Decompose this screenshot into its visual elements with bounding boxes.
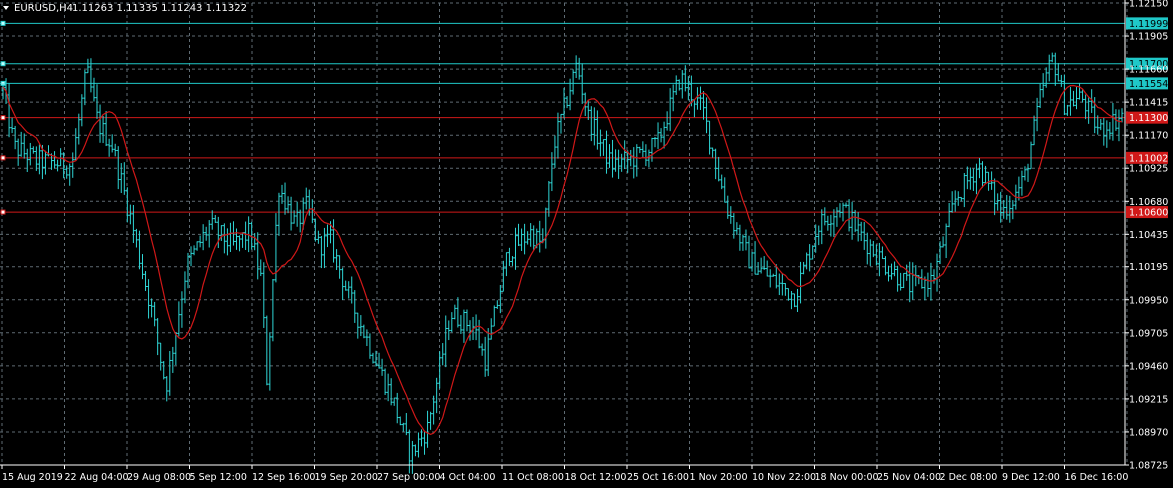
level-price-text: 1.10600: [1129, 208, 1168, 219]
price-tick-label: 1.09950: [1129, 295, 1168, 306]
price-tick-label: 1.10195: [1129, 262, 1168, 273]
price-tick-label: 1.11415: [1129, 98, 1168, 109]
price-chart[interactable]: 1.119991.117001.115541.113001.110021.106…: [0, 0, 1173, 488]
price-tick-label: 1.09215: [1129, 394, 1168, 405]
time-tick-label: 10 Nov 22:00: [752, 472, 816, 483]
level-price-text: 1.11300: [1129, 113, 1168, 124]
time-tick-label: 16 Dec 16:00: [1065, 472, 1129, 483]
level-line-handle: [0, 209, 6, 215]
time-tick-label: 9 Dec 12:00: [1002, 472, 1060, 483]
level-price-text: 1.11554: [1129, 79, 1168, 90]
time-tick-label: 15 Aug 2019: [2, 472, 63, 483]
price-tick-label: 1.08725: [1129, 461, 1168, 472]
time-tick-label: 11 Oct 08:00: [502, 472, 564, 483]
level-line-handle: [0, 115, 6, 121]
level-line-handle: [0, 61, 6, 67]
time-tick-label: 12 Sep 16:00: [252, 472, 315, 483]
time-tick-label: 22 Aug 04:00: [65, 472, 129, 483]
price-tick-label: 1.08970: [1129, 427, 1168, 438]
time-tick-label: 18 Oct 12:00: [565, 472, 627, 483]
ohlc-values: 1.11263 1.11335 1.11243 1.11322: [72, 3, 247, 14]
time-tick-label: 5 Sep 12:00: [190, 472, 247, 483]
price-tick-label: 1.10435: [1129, 230, 1168, 241]
symbol-label: EURUSD,H4: [14, 3, 73, 14]
time-tick-label: 19 Sep 20:00: [315, 472, 378, 483]
price-tick-label: 1.10680: [1129, 197, 1168, 208]
time-tick-label: 27 Sep 00:00: [377, 472, 440, 483]
chart-header: EURUSD,H4 1.11263 1.11335 1.11243 1.1132…: [3, 3, 247, 14]
time-tick-label: 2 Dec 08:00: [940, 472, 998, 483]
time-tick-label: 29 Aug 08:00: [127, 472, 191, 483]
price-tick-label: 1.12150: [1129, 0, 1168, 10]
level-line-handle: [0, 20, 6, 26]
price-tick-label: 1.11905: [1129, 32, 1168, 43]
time-tick-label: 18 Nov 00:00: [815, 472, 879, 483]
price-tick-label: 1.11660: [1129, 65, 1168, 76]
time-tick-label: 1 Nov 20:00: [690, 472, 748, 483]
level-price-text: 1.11002: [1129, 153, 1168, 164]
price-tick-label: 1.11170: [1129, 131, 1168, 142]
price-tick-label: 1.09705: [1129, 328, 1168, 339]
price-tick-label: 1.09460: [1129, 361, 1168, 372]
time-tick-label: 4 Oct 04:00: [440, 472, 496, 483]
chart-background: [0, 0, 1173, 488]
level-line-handle: [0, 155, 6, 161]
price-axis: 1.12150 1.11905 1.11660 1.11415 1.11170 1.109…: [1124, 0, 1168, 472]
price-tick-label: 1.10925: [1129, 164, 1168, 175]
time-tick-label: 25 Nov 04:00: [877, 472, 941, 483]
level-price-text: 1.11999: [1129, 19, 1168, 30]
time-tick-label: 25 Oct 16:00: [627, 472, 689, 483]
